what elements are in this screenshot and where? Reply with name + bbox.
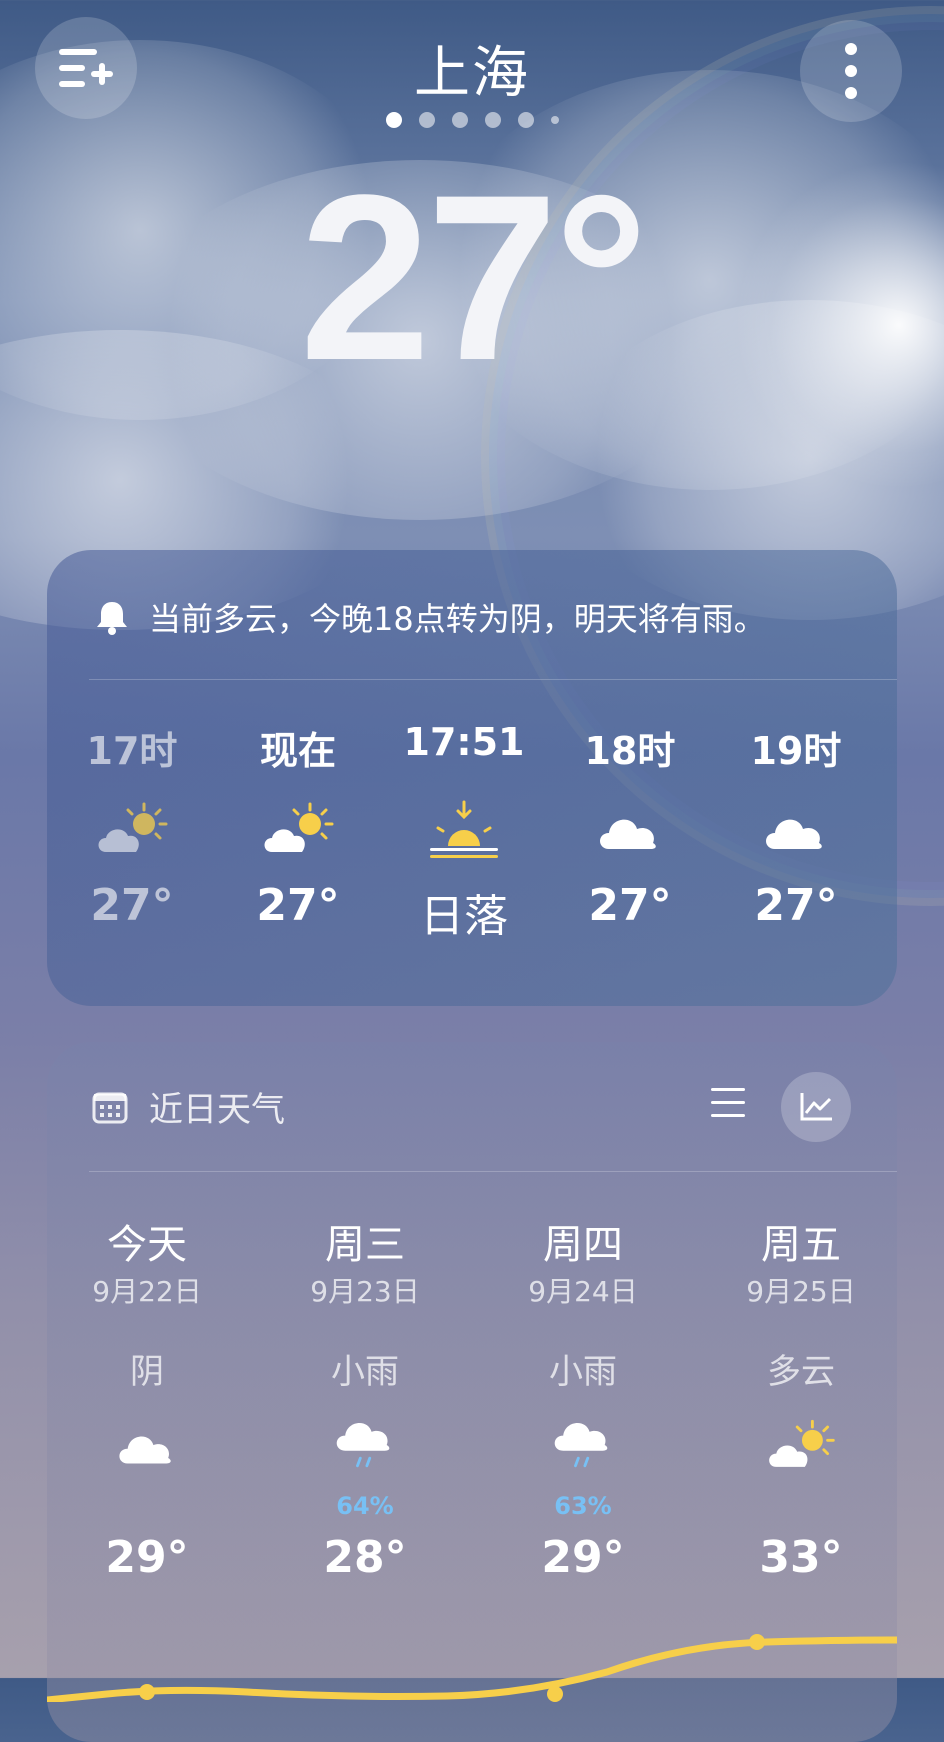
day-item[interactable]: 周三 9月23日 小雨 64% 28° [265, 1212, 465, 1583]
divider [89, 1171, 897, 1172]
hour-value: 日落 [420, 891, 508, 942]
day-name: 今天 [107, 1222, 187, 1268]
list-view-button[interactable] [709, 1086, 747, 1124]
hour-value: 27° [90, 880, 174, 931]
partly-cloudy-icon [769, 1419, 835, 1467]
day-condition: 阴 [130, 1352, 164, 1392]
daily-forecast-card[interactable]: 近日天气 今天 9月22日 阴 29° 周三 9月23日 小雨 64% 28° … [47, 1042, 897, 1742]
hour-item[interactable]: 18时 27° [545, 720, 715, 931]
bell-icon [97, 602, 127, 635]
hour-time: 19时 [750, 729, 842, 773]
chart-view-icon [800, 1093, 832, 1121]
day-date: 9月22日 [92, 1275, 202, 1308]
day-date: 9月24日 [528, 1275, 638, 1308]
cloud-icon [766, 819, 822, 849]
page-dot [550, 116, 559, 124]
chart-view-button[interactable] [781, 1072, 851, 1142]
page-dot [451, 112, 468, 128]
hour-item[interactable]: 17时 27° [47, 720, 217, 931]
cloud-icon [119, 1436, 171, 1464]
page-indicator[interactable] [0, 112, 944, 128]
partly-cloudy-icon [98, 802, 168, 852]
precip-chance [701, 1492, 901, 1532]
calendar-icon [92, 1092, 128, 1123]
hour-value: 27° [754, 880, 838, 931]
hourly-list[interactable]: 17时 27° 现在 27° 17:51 日落 18时 27° 19时 27° [47, 720, 897, 990]
hour-time: 17:51 [403, 720, 525, 764]
day-high: 33° [759, 1532, 843, 1583]
day-date: 9月23日 [310, 1275, 420, 1308]
page-dot [418, 112, 435, 128]
day-item[interactable]: 周四 9月24日 小雨 63% 29° [483, 1212, 683, 1583]
sunset-icon [430, 800, 498, 858]
light-rain-icon [336, 1423, 390, 1468]
precip-chance: 63% [554, 1492, 612, 1520]
day-high: 29° [541, 1532, 625, 1583]
day-item[interactable]: 今天 9月22日 阴 29° [47, 1212, 247, 1583]
hour-time: 18时 [584, 729, 676, 773]
day-date: 9月25日 [746, 1275, 856, 1308]
hour-time: 现在 [259, 729, 336, 773]
top-bar: 上海 [0, 0, 944, 140]
page-dot [385, 112, 402, 128]
light-rain-icon [554, 1423, 608, 1468]
more-vertical-icon [845, 43, 857, 99]
list-view-icon [711, 1088, 745, 1117]
hour-item[interactable]: 17:51 日落 [379, 720, 549, 944]
day-name: 周四 [543, 1222, 623, 1268]
precip-chance [47, 1492, 247, 1532]
day-item[interactable]: 周五 9月25日 多云 33° [701, 1212, 901, 1583]
hour-value: 27° [256, 880, 340, 931]
day-name: 周五 [761, 1222, 841, 1268]
daily-header: 近日天气 [91, 1082, 285, 1131]
daily-title: 近日天气 [149, 1090, 285, 1130]
partly-cloudy-icon [264, 802, 334, 852]
hour-item[interactable]: 现在 27° [213, 720, 383, 931]
precip-chance: 64% [336, 1492, 394, 1520]
hour-value: 27° [588, 880, 672, 931]
current-temperature: 27° [299, 146, 649, 410]
temperature-trend-line [47, 1634, 897, 1702]
cloud-icon [600, 819, 656, 849]
day-condition: 小雨 [331, 1352, 399, 1392]
day-condition: 小雨 [549, 1352, 617, 1392]
page-dot [517, 112, 534, 128]
hourly-forecast-card[interactable]: 当前多云，今晚18点转为阴，明天将有雨。 17时 27° 现在 27° 17:5… [47, 550, 897, 1006]
weather-alert[interactable]: 当前多云，今晚18点转为阴，明天将有雨。 [93, 594, 766, 640]
alert-text: 当前多云，今晚18点转为阴，明天将有雨。 [149, 600, 766, 638]
hour-item[interactable]: 19时 27° [711, 720, 881, 931]
day-high: 28° [323, 1532, 407, 1583]
day-condition: 多云 [767, 1352, 835, 1392]
day-name: 周三 [325, 1222, 405, 1268]
page-dot [484, 112, 501, 128]
hour-time: 17时 [86, 729, 178, 773]
divider [89, 679, 897, 680]
more-options-button[interactable] [800, 20, 902, 122]
day-high: 29° [105, 1532, 189, 1583]
